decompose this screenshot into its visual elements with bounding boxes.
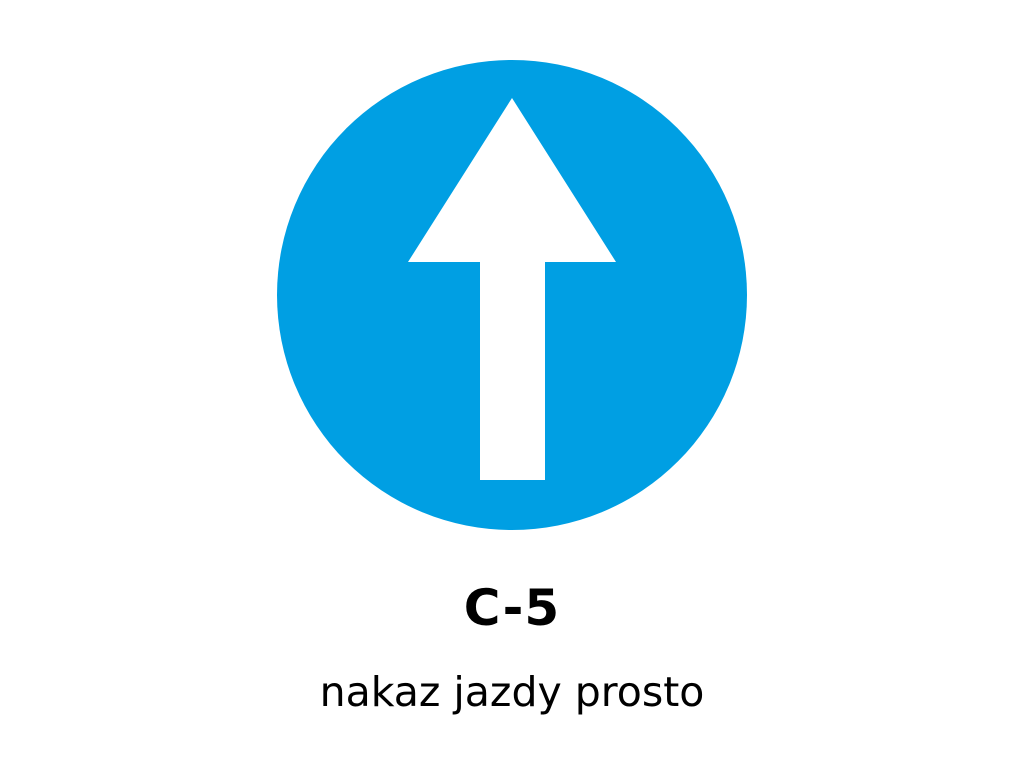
sign-name: nakaz jazdy prosto	[319, 668, 705, 716]
road-sign	[277, 60, 747, 530]
road-sign-graphic	[277, 60, 747, 530]
sign-page: C-5 nakaz jazdy prosto	[0, 0, 1024, 768]
sign-code: C-5	[463, 579, 561, 637]
